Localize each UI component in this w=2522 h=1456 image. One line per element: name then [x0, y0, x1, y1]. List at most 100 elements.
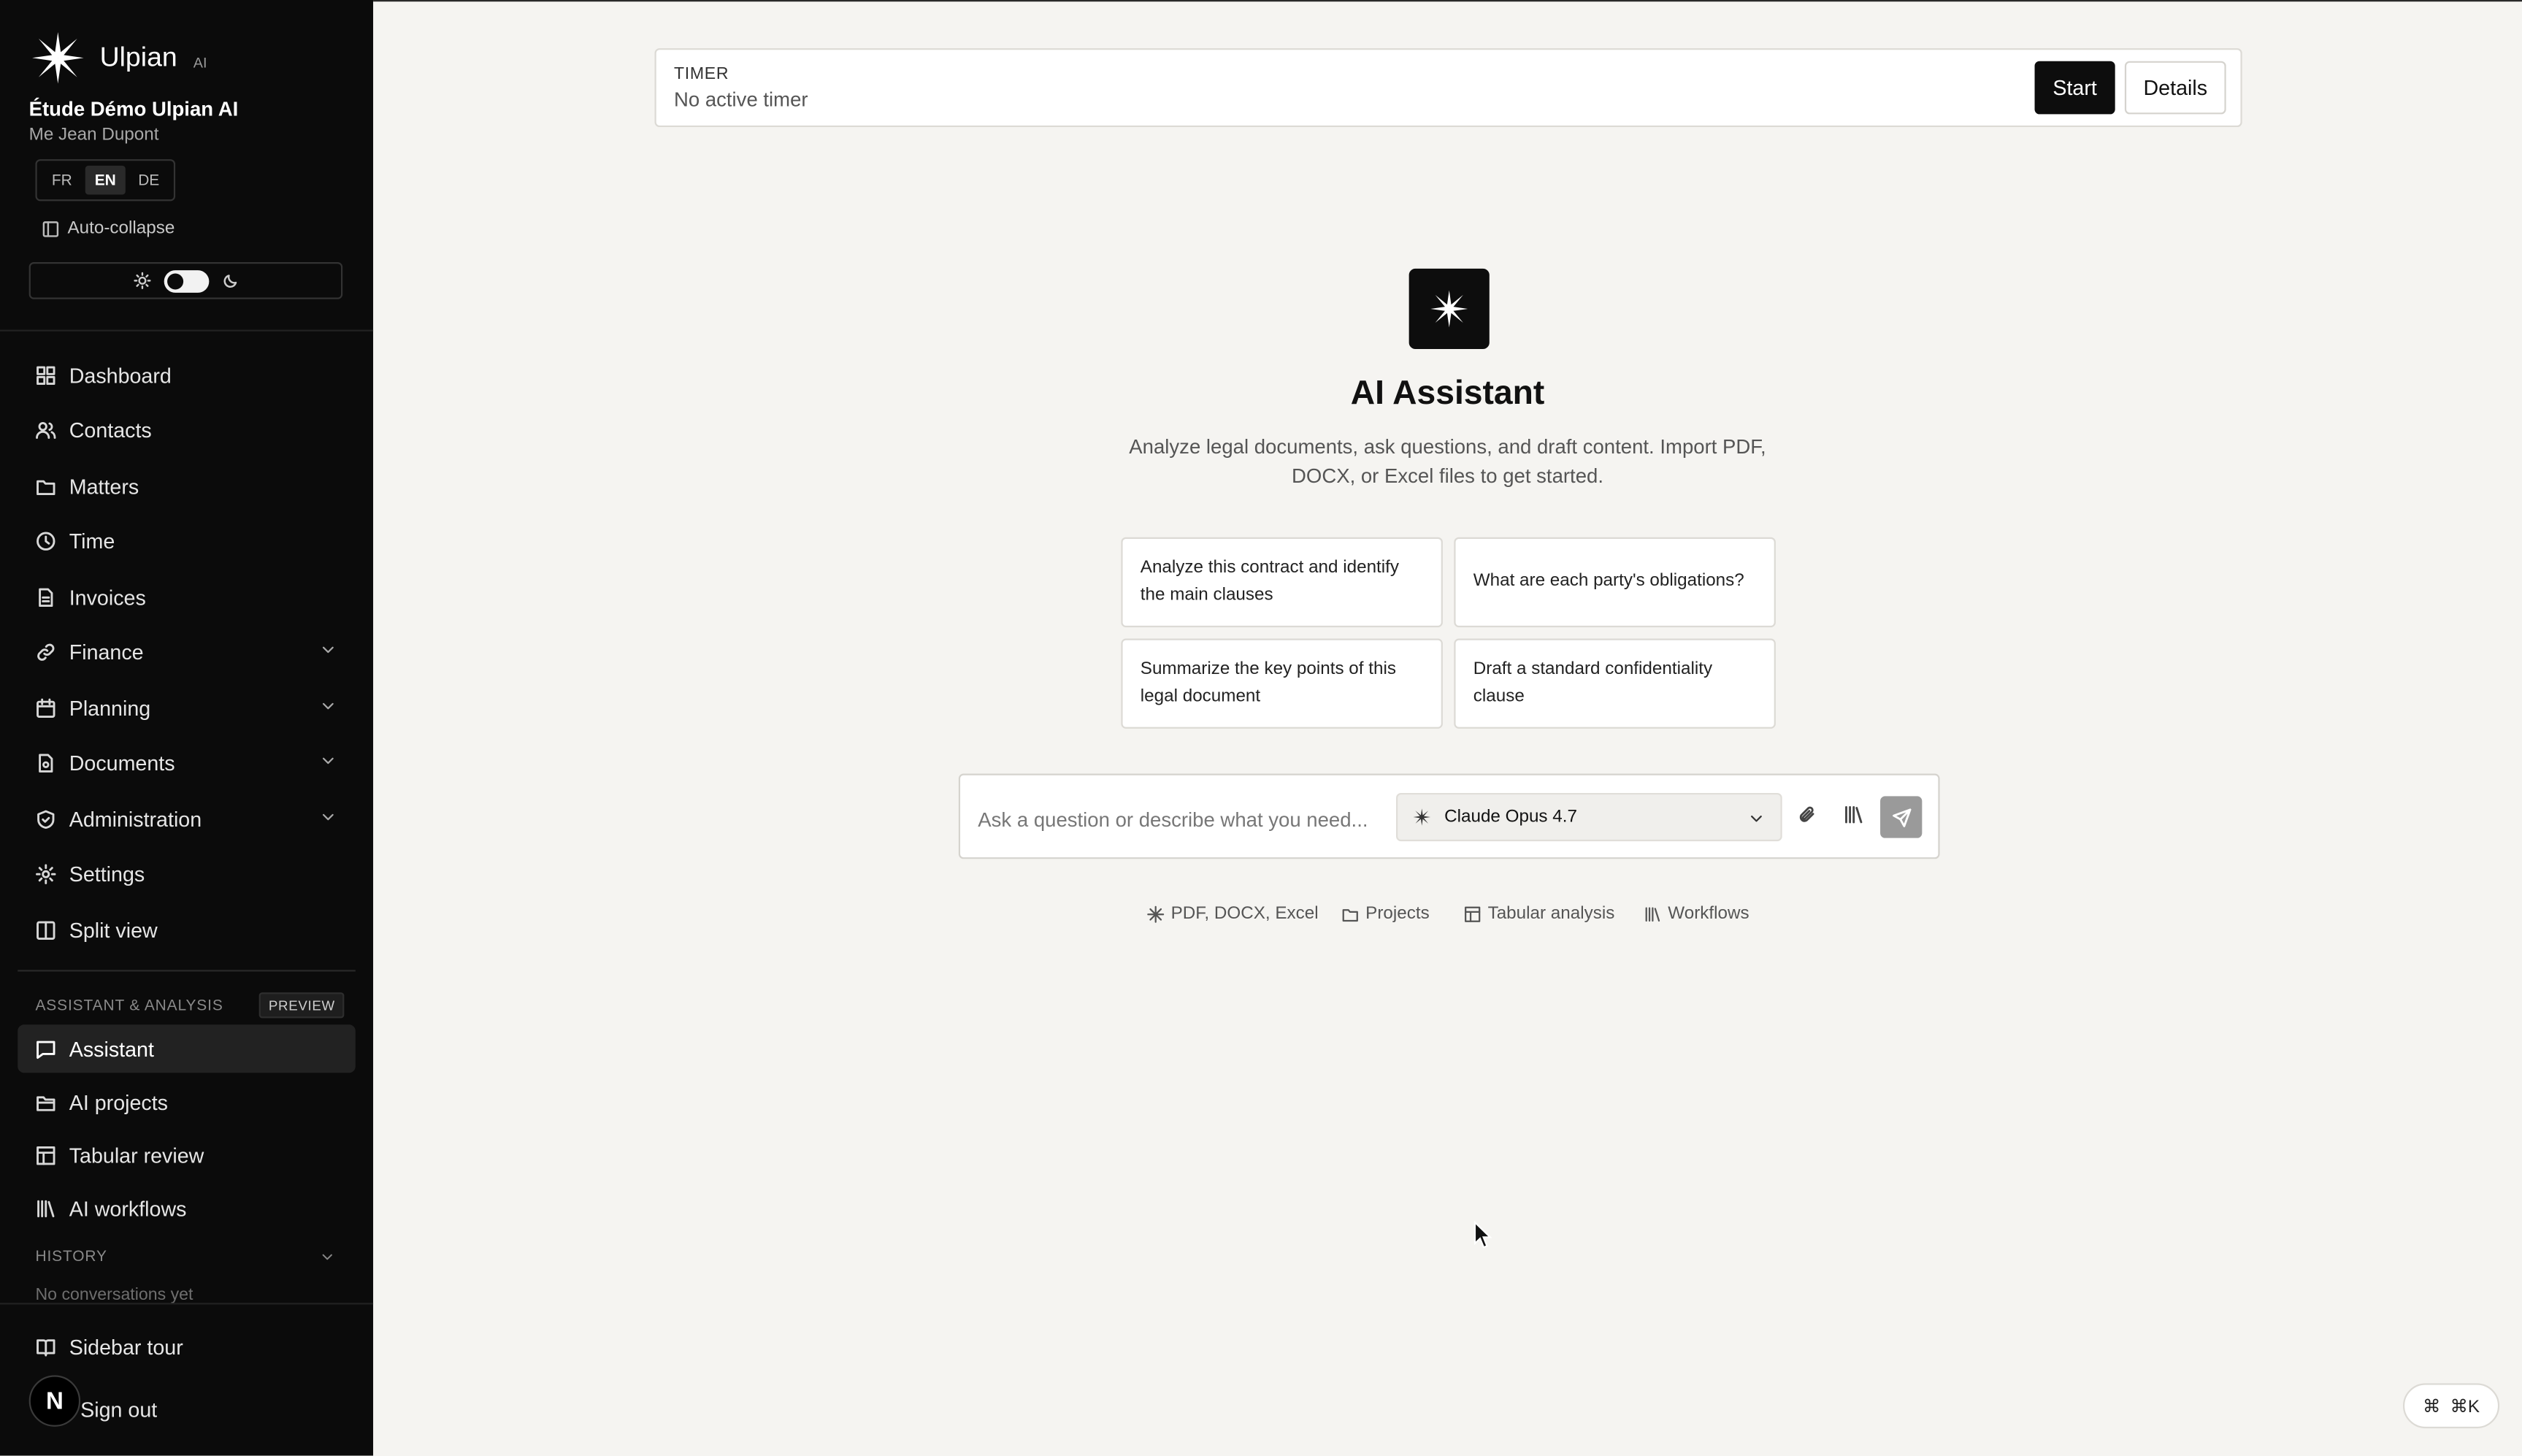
- page-subtitle: Analyze legal documents, ask questions, …: [1129, 435, 1766, 488]
- command-key-icon: ⌘: [2423, 1397, 2441, 1417]
- sidebar-item-tabular-review[interactable]: Tabular review: [18, 1131, 356, 1179]
- model-name: Claude Opus 4.7: [1444, 807, 1577, 827]
- chat-input[interactable]: Ask a question or describe what you need…: [978, 809, 1368, 832]
- sidebar-item-label: Tabular review: [69, 1143, 204, 1168]
- sidebar-item-administration[interactable]: Administration: [18, 794, 356, 843]
- folder-open-icon: [37, 1095, 55, 1111]
- sidebar-item-contacts[interactable]: Contacts: [18, 405, 356, 453]
- timer-bar: TIMER No active timer Start Details: [654, 48, 2242, 128]
- sparkle-icon: [1413, 808, 1431, 826]
- moon-icon: [223, 275, 237, 288]
- suggestion-card[interactable]: Summarize the key points of this legal d…: [1121, 638, 1443, 729]
- shortcut-label: Workflows: [1668, 903, 1749, 924]
- ulpian-logo-icon: [32, 32, 84, 84]
- sidebar-item-label: Invoices: [69, 584, 146, 609]
- library-icon: [37, 1199, 55, 1216]
- paperclip-icon[interactable]: [1797, 804, 1818, 825]
- link-icon: [37, 643, 55, 660]
- shortcut-label: Projects: [1365, 903, 1430, 924]
- sidebar-item-label: Matters: [69, 473, 139, 498]
- document-icon: [39, 753, 53, 772]
- lang-de[interactable]: DE: [129, 166, 169, 195]
- chevron-down-icon: [322, 757, 334, 765]
- sidebar-item-ai-workflows[interactable]: AI workflows: [18, 1184, 356, 1232]
- sun-icon: [133, 272, 150, 289]
- sidebar-item-split-view[interactable]: Split view: [18, 905, 356, 954]
- library-icon: [1645, 906, 1660, 921]
- table-icon: [37, 1145, 55, 1165]
- users-icon: [36, 421, 56, 438]
- sidebar-item-finance[interactable]: Finance: [18, 627, 356, 675]
- chat-composer: Ask a question or describe what you need…: [958, 773, 1940, 859]
- sidebar-item-label: Split view: [69, 917, 158, 942]
- columns-icon: [37, 920, 55, 939]
- sidebar-item-invoices[interactable]: Invoices: [18, 572, 356, 621]
- user-name: Me Jean Dupont: [28, 125, 159, 145]
- brand-suffix: AI: [193, 54, 207, 71]
- sidebar-item-label: Assistant: [69, 1036, 154, 1061]
- shortcut-tabular-analysis[interactable]: Tabular analysis: [1464, 904, 1614, 923]
- lang-en[interactable]: EN: [85, 165, 126, 195]
- mouse-cursor-icon: [1473, 1220, 1492, 1249]
- shortcut-file-types[interactable]: PDF, DOCX, Excel: [1147, 904, 1319, 923]
- assistant-logo: [1408, 268, 1490, 350]
- suggestion-card[interactable]: Draft a standard confidentiality clause: [1454, 638, 1776, 729]
- table-icon: [1465, 905, 1481, 922]
- suggestion-card[interactable]: What are each party's obligations?: [1454, 537, 1776, 628]
- sidebar-item-label: Dashboard: [69, 362, 172, 387]
- folder-icon: [1342, 908, 1358, 921]
- sidebar-item-dashboard[interactable]: Dashboard: [18, 350, 356, 399]
- page-title: AI Assistant: [1350, 375, 1545, 412]
- auto-collapse-label: Auto-collapse: [67, 218, 175, 239]
- send-button[interactable]: [1880, 796, 1923, 838]
- sidebar-divider: [18, 970, 356, 972]
- chevron-down-icon[interactable]: [320, 1250, 334, 1265]
- grid-icon: [37, 365, 55, 384]
- send-icon: [1892, 808, 1911, 827]
- sidebar: Ulpian AI Étude Démo Ulpian AI Me Jean Du…: [0, 0, 374, 1456]
- sidebar-item-ai-projects[interactable]: AI projects: [18, 1078, 356, 1126]
- sidebar-divider: [0, 329, 374, 332]
- shortcut-workflows[interactable]: Workflows: [1644, 904, 1749, 923]
- language-switcher: FR EN DE: [35, 159, 176, 202]
- sidebar-item-time[interactable]: Time: [18, 516, 356, 564]
- top-border: [373, 0, 2522, 2]
- sidebar-item-assistant[interactable]: Assistant: [18, 1024, 356, 1073]
- preview-badge: PREVIEW: [258, 992, 345, 1019]
- sidebar-item-label: Contacts: [69, 417, 152, 442]
- shortcut-projects[interactable]: Projects: [1341, 904, 1430, 923]
- sidebar-item-planning[interactable]: Planning: [18, 683, 356, 732]
- chevron-down-icon: [322, 702, 334, 710]
- sidebar-item-label: Finance: [69, 639, 144, 664]
- history-empty: No conversations yet: [35, 1285, 193, 1305]
- chevron-down-icon: [1751, 815, 1762, 822]
- library-icon[interactable]: [1843, 804, 1864, 825]
- sidebar-item-settings[interactable]: Settings: [18, 849, 356, 897]
- model-selector[interactable]: Claude Opus 4.7: [1396, 792, 1782, 842]
- auto-collapse-toggle[interactable]: Auto-collapse: [42, 219, 175, 238]
- theme-switcher[interactable]: [28, 262, 343, 299]
- timer-details-button[interactable]: Details: [2124, 61, 2226, 115]
- sidebar-divider: [0, 1303, 374, 1305]
- sidebar-item-documents[interactable]: Documents: [18, 738, 356, 786]
- sidebar-item-matters[interactable]: Matters: [18, 461, 356, 510]
- theme-toggle[interactable]: [163, 269, 209, 292]
- lang-fr[interactable]: FR: [42, 166, 82, 195]
- suggestion-card[interactable]: Analyze this contract and identify the m…: [1121, 537, 1443, 628]
- section-label-assistant: ASSISTANT & ANALYSIS: [35, 997, 223, 1015]
- start-timer-button[interactable]: Start: [2034, 61, 2115, 115]
- command-hint: ⌘K: [2450, 1397, 2480, 1417]
- calendar-icon: [37, 697, 55, 717]
- clock-icon: [37, 531, 55, 550]
- brand-name: Ulpian: [99, 42, 177, 73]
- command-palette-button[interactable]: ⌘ ⌘K: [2402, 1383, 2500, 1429]
- sidebar-item-sidebar-tour[interactable]: Sidebar tour: [18, 1322, 356, 1371]
- avatar[interactable]: N: [28, 1375, 81, 1427]
- sidebar-item-label: Time: [69, 528, 115, 553]
- brand[interactable]: Ulpian AI: [29, 29, 207, 87]
- sidebar-item-label: Settings: [69, 861, 145, 886]
- sidebar-item-label: Planning: [69, 695, 151, 720]
- sign-out-button[interactable]: Sign out: [80, 1398, 157, 1422]
- chat-icon: [37, 1040, 55, 1058]
- folder-icon: [37, 479, 55, 494]
